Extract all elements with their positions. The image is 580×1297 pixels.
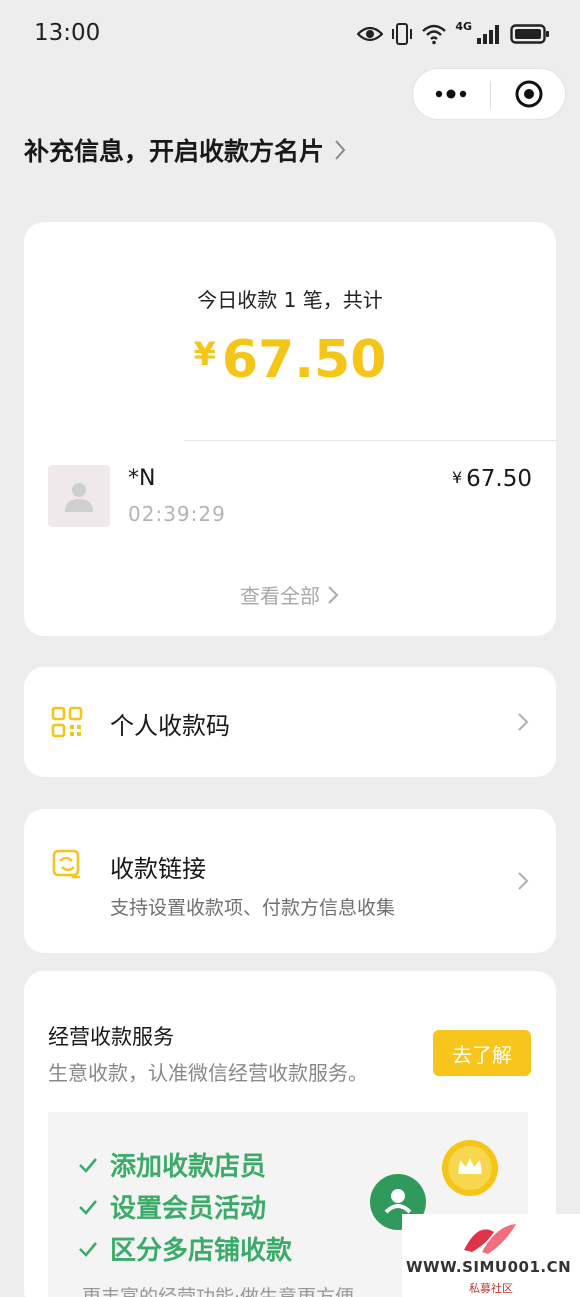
- today-total: ¥67.50: [24, 330, 556, 390]
- chevron-right-icon: [328, 585, 339, 604]
- vibrate-icon: [392, 23, 413, 45]
- amount-value: 67.50: [466, 466, 532, 492]
- feature-item: 设置会员活动: [78, 1188, 266, 1225]
- close-button[interactable]: [491, 69, 567, 119]
- link-row-subtitle: 支持设置收款项、付款方信息收集: [110, 897, 396, 919]
- eye-icon: [357, 26, 384, 42]
- currency-symbol: ¥: [451, 468, 463, 487]
- status-time: 13:00: [34, 20, 101, 46]
- battery-icon: [510, 24, 549, 44]
- view-all-label: 查看全部: [240, 584, 320, 608]
- watermark-text: WWW.SIMU001.CN: [406, 1258, 572, 1276]
- divider: [184, 440, 556, 441]
- feature-item: 添加收款店员: [78, 1146, 266, 1183]
- qr-code-icon: [51, 706, 83, 738]
- payee-profile-text: 补充信息，开启收款方名片: [24, 137, 325, 166]
- personal-qr-code-row[interactable]: 个人收款码: [24, 667, 556, 777]
- payment-link-icon: [52, 849, 80, 879]
- promo-more-text: 更丰富的经营功能·做生意更方便: [82, 1286, 355, 1297]
- feature-item: 区分多店铺收款: [78, 1230, 292, 1267]
- chevron-right-icon: [335, 140, 346, 160]
- check-icon: [79, 1157, 97, 1173]
- crown-badge-icon: [442, 1140, 498, 1196]
- watermark-logo-icon: [464, 1224, 516, 1254]
- network-label: 4G: [455, 20, 472, 33]
- transaction-amount: ¥67.50: [452, 466, 532, 492]
- watermark: WWW.SIMU001.CN 私募社区: [402, 1214, 580, 1297]
- more-dots-icon: [435, 89, 467, 99]
- business-title: 经营收款服务: [48, 1025, 174, 1049]
- check-icon: [79, 1241, 97, 1257]
- miniprogram-capsule: [412, 68, 566, 120]
- feature-label: 添加收款店员: [110, 1152, 267, 1182]
- check-icon: [79, 1199, 97, 1215]
- payee-profile-link[interactable]: 补充信息，开启收款方名片: [24, 132, 350, 168]
- signal-icon: [477, 25, 499, 44]
- feature-label: 区分多店铺收款: [110, 1236, 293, 1266]
- wifi-icon: [422, 24, 447, 45]
- watermark-subtext: 私募社区: [469, 1282, 513, 1295]
- learn-more-button[interactable]: 去了解: [433, 1030, 531, 1076]
- payment-link-row[interactable]: 收款链接 支持设置收款项、付款方信息收集: [24, 809, 556, 953]
- status-bar: 13:00 4G: [0, 0, 580, 68]
- feature-label: 设置会员活动: [110, 1194, 267, 1224]
- today-count-label: 今日收款 1 笔，共计: [197, 288, 383, 312]
- currency-symbol: ¥: [193, 335, 216, 373]
- view-all-link[interactable]: 查看全部: [24, 580, 556, 609]
- total-amount: 67.50: [221, 330, 387, 390]
- payment-time: 02:39:29: [128, 502, 226, 526]
- today-summary-card: 今日收款 1 笔，共计 ¥67.50 *N 02:39:29 ¥67.50 查看…: [24, 222, 556, 636]
- link-row-title: 收款链接: [110, 855, 206, 883]
- avatar: [48, 465, 110, 527]
- business-description: 生意收款，认准微信经营收款服务。: [48, 1061, 368, 1085]
- more-button[interactable]: [413, 69, 489, 119]
- chevron-right-icon: [518, 872, 529, 890]
- qr-row-title: 个人收款码: [110, 712, 230, 740]
- user-placeholder-icon: [65, 483, 93, 512]
- status-icons: 4G: [357, 20, 550, 48]
- target-icon: [515, 80, 543, 108]
- chevron-right-icon: [518, 713, 529, 731]
- payer-name: *N: [128, 466, 156, 491]
